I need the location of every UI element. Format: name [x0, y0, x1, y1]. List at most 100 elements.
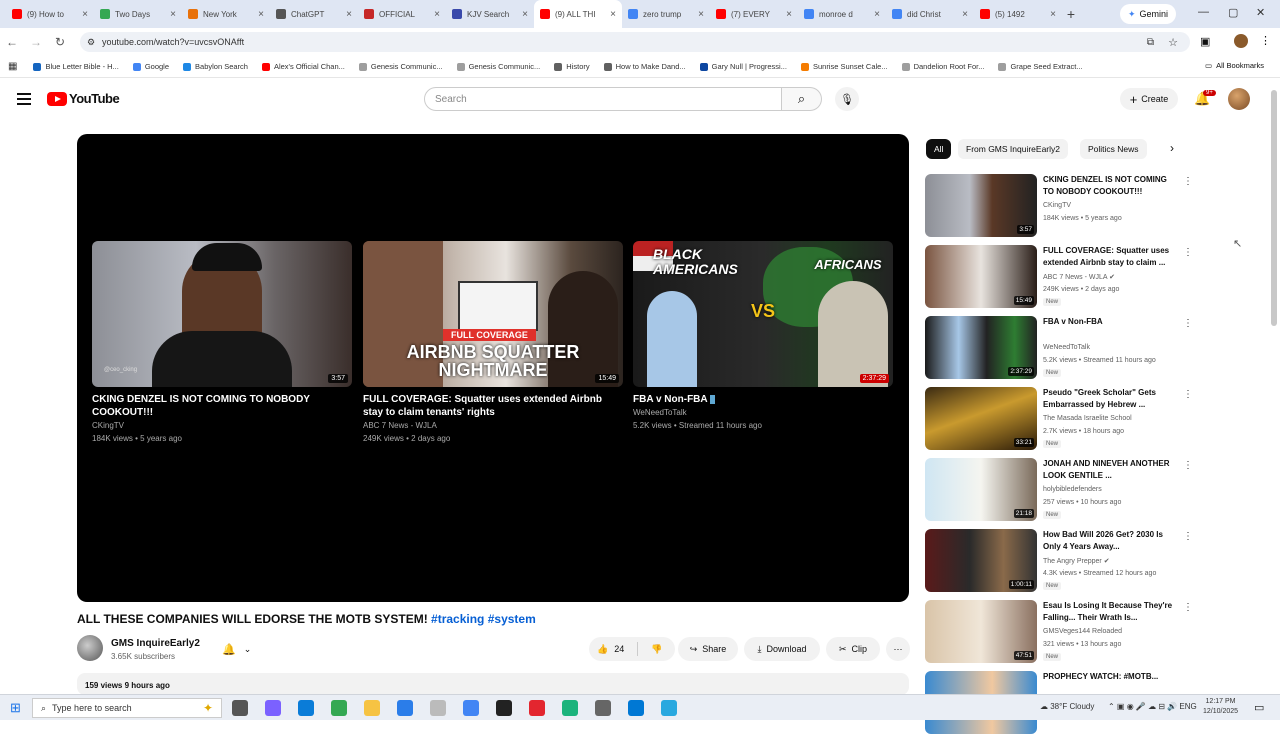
bookmark-item[interactable]: How to Make Dand... [603, 62, 686, 71]
scrollbar-thumb[interactable] [1271, 90, 1277, 326]
tab-close-icon[interactable]: × [170, 9, 176, 20]
related-channel[interactable]: GMSVeges144 Reloaded [1043, 628, 1122, 635]
related-thumbnail[interactable]: 1:00:11 [925, 529, 1037, 592]
related-video[interactable]: 1:00:11 How Bad Will 2026 Get? 2030 Is On… [925, 529, 1193, 595]
system-clock[interactable]: 12:17 PM 12/10/2025 [1203, 697, 1238, 717]
browser-tab[interactable]: (5) 1492 × [974, 0, 1062, 28]
share-button[interactable]: ↪ Share [678, 637, 738, 661]
bookmark-item[interactable]: Gary Null | Progressi... [699, 62, 787, 71]
related-title[interactable]: Esau Is Losing It Because They're Fallin… [1043, 600, 1179, 624]
app-icon[interactable] [628, 700, 644, 716]
reload-icon[interactable]: ↻ [48, 35, 72, 49]
related-video[interactable]: 3:57 CKING DENZEL IS NOT COMING TO NOBODY… [925, 174, 1193, 240]
minimize-icon[interactable]: — [1198, 6, 1209, 18]
new-tab-button[interactable]: + [1062, 6, 1080, 22]
opera-icon[interactable] [529, 700, 545, 716]
all-bookmarks[interactable]: ▭ All Bookmarks [1205, 61, 1264, 70]
end-card-channel[interactable]: WeNeedToTalk [633, 406, 893, 419]
related-thumbnail[interactable]: 15:49 [925, 245, 1037, 308]
related-video[interactable]: 47:51 Esau Is Losing It Because They're F… [925, 600, 1193, 666]
bookmark-item[interactable]: Babylon Search [183, 62, 248, 71]
browser-tab[interactable]: (9) ALL THI × [534, 0, 622, 28]
related-title[interactable]: How Bad Will 2026 Get? 2030 Is Only 4 Ye… [1043, 529, 1179, 553]
weather-widget[interactable]: ☁ 38°F Cloudy [1040, 702, 1094, 711]
end-screen-card-1[interactable]: @ceo_cking 3:57 CKING DENZEL IS NOT COMI… [92, 241, 352, 445]
tab-close-icon[interactable]: × [962, 9, 968, 20]
browser-tab[interactable]: did Christ × [886, 0, 974, 28]
tab-close-icon[interactable]: × [1050, 9, 1056, 20]
related-channel[interactable]: holybibledefenders [1043, 486, 1102, 493]
end-card-title[interactable]: CKING DENZEL IS NOT COMING TO NOBODY COO… [92, 393, 352, 419]
related-thumbnail[interactable]: 3:57 [925, 174, 1037, 237]
app-icon[interactable] [595, 700, 611, 716]
related-thumbnail[interactable]: 47:51 [925, 600, 1037, 663]
more-vertical-icon[interactable]: ⋮ [1183, 247, 1193, 258]
gemini-button[interactable]: ✦ Gemini [1120, 4, 1177, 24]
end-card-thumbnail[interactable]: FULL COVERAGE AIRBNB SQUATTER NIGHTMARE … [363, 241, 623, 387]
browser-tab[interactable]: monroe d × [798, 0, 886, 28]
bookmark-item[interactable]: Genesis Communic... [456, 62, 540, 71]
tab-close-icon[interactable]: × [434, 9, 440, 20]
bookmark-item[interactable]: Sunrise Sunset Cale... [800, 62, 888, 71]
filter-chip[interactable]: Politics News [1080, 139, 1147, 159]
search-button[interactable]: ⌕ [782, 87, 822, 111]
end-card-title[interactable]: FULL COVERAGE: Squatter uses extended Ai… [363, 393, 623, 419]
system-tray-icons[interactable]: ⌃ ▣ ◉ 🎤 ☁ ⊟ 🔊 ENG [1108, 702, 1197, 711]
bookmark-item[interactable]: History [554, 62, 590, 71]
dislike-button[interactable]: 👎 [651, 644, 662, 655]
app-icon[interactable] [661, 700, 677, 716]
apps-icon[interactable]: ▦ [8, 61, 17, 72]
bookmark-item[interactable]: Google [132, 62, 169, 71]
tab-close-icon[interactable]: × [258, 9, 264, 20]
related-channel[interactable]: The Masada Israelite School [1043, 415, 1132, 422]
maximize-icon[interactable]: ▢ [1228, 6, 1238, 19]
more-vertical-icon[interactable]: ⋮ [1183, 318, 1193, 329]
bookmark-item[interactable]: Genesis Communic... [358, 62, 443, 71]
channel-avatar[interactable] [77, 635, 103, 661]
browser-tab[interactable]: Two Days × [94, 0, 182, 28]
like-button[interactable]: 👍 24 [597, 644, 624, 655]
menu-icon[interactable]: ⋮ [1260, 34, 1271, 47]
site-info-icon[interactable]: ⚙ [87, 37, 95, 48]
search-input[interactable]: Search [424, 87, 782, 111]
browser-tab[interactable]: New York × [182, 0, 270, 28]
related-channel[interactable]: CKingTV [1043, 202, 1071, 209]
more-vertical-icon[interactable]: ⋮ [1183, 460, 1193, 471]
bookmark-item[interactable]: Dandelion Root For... [901, 62, 984, 71]
tab-close-icon[interactable]: × [698, 9, 704, 20]
tab-close-icon[interactable]: × [522, 9, 528, 20]
more-actions-button[interactable]: ⋯ [886, 637, 910, 661]
file-explorer-icon[interactable] [364, 700, 380, 716]
related-title[interactable]: FULL COVERAGE: Squatter uses extended Ai… [1043, 245, 1179, 269]
star-icon[interactable]: ☆ [1168, 36, 1178, 49]
hamburger-menu-icon[interactable] [17, 93, 31, 105]
end-card-thumbnail[interactable]: BLACK AMERICANS AFRICANS VS 2:37:29 [633, 241, 893, 387]
end-screen-card-2[interactable]: FULL COVERAGE AIRBNB SQUATTER NIGHTMARE … [363, 241, 623, 445]
more-vertical-icon[interactable]: ⋮ [1183, 602, 1193, 613]
bookmark-item[interactable]: Blue Letter Bible - H... [33, 62, 119, 71]
chrome-profile-icon[interactable] [463, 700, 479, 716]
filter-chip[interactable]: All [926, 139, 952, 159]
chrome-icon[interactable] [331, 700, 347, 716]
tab-close-icon[interactable]: × [786, 9, 792, 20]
taskbar-search-input[interactable]: ⌕ Type here to search ✦ [32, 698, 222, 718]
related-video[interactable]: 21:18 JONAH AND NINEVEH ANOTHER LOOK GENT… [925, 458, 1193, 524]
more-vertical-icon[interactable]: ⋮ [1183, 531, 1193, 542]
related-title[interactable]: CKING DENZEL IS NOT COMING TO NOBODY COO… [1043, 174, 1179, 198]
app-icon[interactable] [496, 700, 512, 716]
end-screen-card-3[interactable]: BLACK AMERICANS AFRICANS VS 2:37:29 FBA … [633, 241, 893, 432]
app-icon[interactable] [430, 700, 446, 716]
browser-tab[interactable]: (9) How to × [6, 0, 94, 28]
related-channel[interactable]: WeNeedToTalk [1043, 344, 1090, 351]
related-title[interactable]: FBA v Non-FBA [1043, 316, 1179, 328]
bookmark-item[interactable]: Grape Seed Extract... [998, 62, 1083, 71]
more-vertical-icon[interactable]: ⋮ [1183, 176, 1193, 187]
bookmark-item[interactable]: Alex's Official Chan... [261, 62, 345, 71]
related-thumbnail[interactable]: 33:21 [925, 387, 1037, 450]
tab-close-icon[interactable]: × [610, 9, 616, 20]
browser-tab[interactable]: zero trump × [622, 0, 710, 28]
browser-tab[interactable]: (7) EVERY × [710, 0, 798, 28]
related-thumbnail[interactable]: 21:18 [925, 458, 1037, 521]
related-title[interactable]: Pseudo "Greek Scholar" Gets Embarrassed … [1043, 387, 1179, 411]
more-vertical-icon[interactable]: ⋮ [1183, 389, 1193, 400]
